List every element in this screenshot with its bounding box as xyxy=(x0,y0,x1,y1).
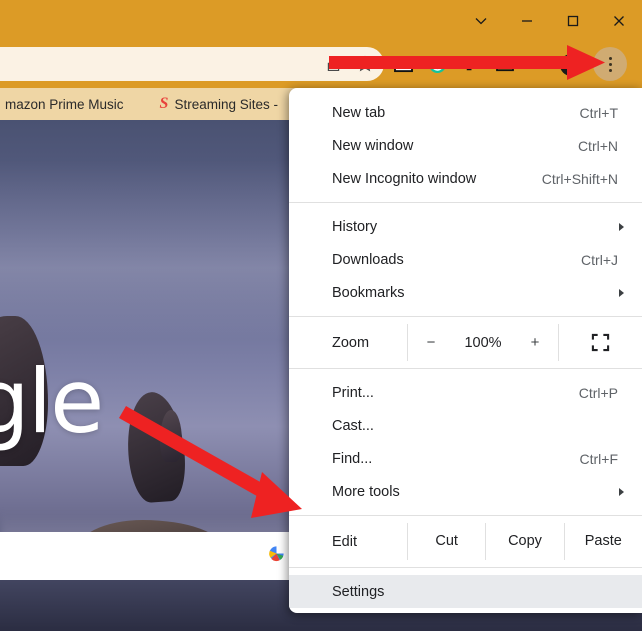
menu-item-label: History xyxy=(332,218,378,235)
menu-item-label: New tab xyxy=(332,104,386,121)
menu-item-label: New window xyxy=(332,137,414,154)
menu-item-shortcut: Ctrl+J xyxy=(581,251,618,268)
browser-window: ogle xyxy=(0,0,642,631)
chevron-right-icon xyxy=(619,288,624,297)
menu-item-label: Print... xyxy=(332,384,374,401)
grammarly-icon[interactable] xyxy=(426,53,448,75)
paste-button[interactable]: Paste xyxy=(563,523,642,560)
chevron-right-icon xyxy=(619,222,624,231)
menu-item-shortcut: Ctrl+Shift+N xyxy=(541,170,618,187)
chrome-main-menu: New tab Ctrl+T New window Ctrl+N New Inc… xyxy=(289,88,642,613)
menu-item-new-incognito-window[interactable]: New Incognito window Ctrl+Shift+N xyxy=(289,162,642,195)
zoom-controls: − 100% + xyxy=(407,324,558,361)
chevron-right-icon xyxy=(619,487,624,496)
menu-item-print[interactable]: Print... Ctrl+P xyxy=(289,376,642,409)
profile-avatar[interactable] xyxy=(560,54,582,76)
address-bar[interactable] xyxy=(0,47,384,81)
menu-item-label: More tools xyxy=(332,483,400,500)
menu-row-edit: Edit Cut Copy Paste xyxy=(289,523,642,560)
puzzle-icon[interactable] xyxy=(460,53,482,75)
search-box[interactable] xyxy=(0,532,300,580)
menu-item-shortcut: Ctrl+T xyxy=(579,104,619,121)
maximize-button[interactable] xyxy=(550,0,596,41)
menu-item-shortcut: Ctrl+N xyxy=(577,137,618,154)
zoom-out-button[interactable]: − xyxy=(423,334,439,351)
menu-item-new-window[interactable]: New window Ctrl+N xyxy=(289,129,642,162)
menu-separator xyxy=(289,368,642,369)
share-icon[interactable] xyxy=(320,51,346,77)
menu-item-cast[interactable]: Cast... xyxy=(289,409,642,442)
bookmark-item[interactable]: mazon Prime Music xyxy=(0,92,133,116)
minimize-button[interactable] xyxy=(504,0,550,41)
minimize-icon xyxy=(522,19,532,22)
menu-separator xyxy=(289,567,642,568)
menu-item-bookmarks[interactable]: Bookmarks xyxy=(289,276,642,309)
three-dot-menu-button[interactable] xyxy=(593,47,627,81)
bookmark-label: mazon Prime Music xyxy=(5,96,124,112)
zoom-label: Zoom xyxy=(332,334,370,351)
title-bar xyxy=(0,0,642,41)
menu-item-label: Settings xyxy=(332,583,385,600)
maximize-icon xyxy=(567,15,579,26)
background-rock xyxy=(160,410,182,462)
browser-toolbar xyxy=(0,41,642,88)
close-button[interactable] xyxy=(596,0,642,41)
menu-row-zoom: Zoom − 100% + xyxy=(289,324,642,361)
menu-separator xyxy=(289,515,642,516)
menu-item-label: Bookmarks xyxy=(332,284,405,301)
dot xyxy=(608,56,612,60)
menu-item-more-tools[interactable]: More tools xyxy=(289,475,642,508)
menu-item-label: Cast... xyxy=(332,417,374,434)
menu-item-shortcut: Ctrl+P xyxy=(578,384,618,401)
menu-item-shortcut: Ctrl+F xyxy=(579,450,619,467)
bookmark-item[interactable]: S Streaming Sites - xyxy=(151,92,287,116)
menu-item-new-tab[interactable]: New tab Ctrl+T xyxy=(289,96,642,129)
menu-item-label: New Incognito window xyxy=(332,170,477,187)
menu-item-label: Downloads xyxy=(332,251,404,268)
dot xyxy=(608,68,612,72)
fullscreen-button[interactable] xyxy=(558,324,642,361)
menu-separator xyxy=(289,316,642,317)
omnibox-actions xyxy=(320,47,378,81)
menu-separator xyxy=(289,202,642,203)
google-lens-icon[interactable] xyxy=(267,544,286,568)
close-icon xyxy=(614,15,624,26)
tab-search-button[interactable] xyxy=(458,0,504,41)
bookmark-star-icon[interactable] xyxy=(352,51,378,77)
s-icon: S xyxy=(159,95,169,112)
copy-button[interactable]: Copy xyxy=(485,523,563,560)
zoom-level-value: 100% xyxy=(464,334,502,351)
menu-item-history[interactable]: History xyxy=(289,210,642,243)
edit-label: Edit xyxy=(332,533,357,550)
extension-screen-icon[interactable] xyxy=(392,53,414,75)
sidebar-icon[interactable] xyxy=(494,53,516,75)
window-controls xyxy=(458,0,642,41)
bookmark-label: Streaming Sites - xyxy=(174,96,278,112)
cut-button[interactable]: Cut xyxy=(407,523,485,560)
menu-item-label: Find... xyxy=(332,450,373,467)
google-logo: ogle xyxy=(0,350,104,453)
extension-icons xyxy=(392,47,516,81)
fullscreen-icon xyxy=(591,333,610,352)
chevron-down-icon xyxy=(475,17,487,24)
menu-item-downloads[interactable]: Downloads Ctrl+J xyxy=(289,243,642,276)
dot xyxy=(608,62,612,66)
menu-item-find[interactable]: Find... Ctrl+F xyxy=(289,442,642,475)
menu-item-settings[interactable]: Settings xyxy=(289,575,642,608)
menu-item-help[interactable]: Help xyxy=(289,608,642,613)
zoom-in-button[interactable]: + xyxy=(527,334,543,351)
